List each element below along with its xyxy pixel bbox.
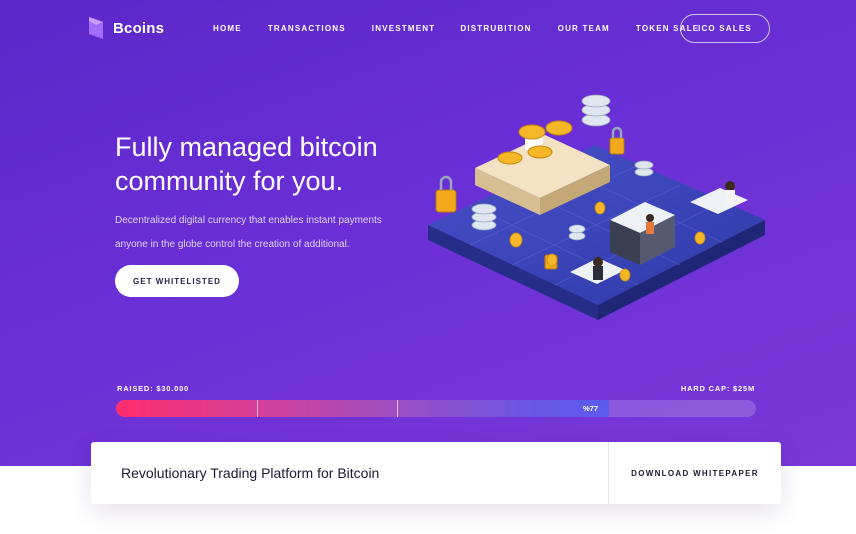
logo-icon xyxy=(89,17,103,39)
logo-text: Bcoins xyxy=(113,19,165,37)
hero-section: Bcoins HOME TRANSACTIONS INVESTMENT DIST… xyxy=(0,0,856,466)
nav-item-home[interactable]: HOME xyxy=(213,22,242,36)
nav-item-transactions[interactable]: TRANSACTIONS xyxy=(268,22,346,36)
progress-percent: %77 xyxy=(583,404,599,413)
hard-cap-amount: HARD CAP: $25M xyxy=(680,384,755,393)
ico-sales-button[interactable]: ICO SALES xyxy=(680,14,770,43)
hero-headline: Fully managed bitcoin community for you. xyxy=(115,132,378,196)
progress-fill xyxy=(116,400,609,417)
isometric-crypto-illustration xyxy=(428,94,765,320)
nav-item-distribution[interactable]: DISTRUBITION xyxy=(460,22,531,36)
nav-item-our-team[interactable]: OUR TEAM xyxy=(558,22,610,36)
raised-amount: RAISED: $30.000 xyxy=(117,384,190,393)
card-title: Revolutionary Trading Platform for Bitco… xyxy=(121,465,380,481)
download-whitepaper-link[interactable]: DOWNLOAD WHITEPAPER xyxy=(609,442,781,504)
feature-card: Revolutionary Trading Platform for Bitco… xyxy=(91,442,781,504)
main-nav: HOME TRANSACTIONS INVESTMENT DISTRUBITIO… xyxy=(213,22,725,36)
get-whitelisted-button[interactable]: GET WHITELISTED xyxy=(115,265,239,297)
progress-divider xyxy=(397,400,398,417)
nav-item-investment[interactable]: INVESTMENT xyxy=(372,22,436,36)
hero-subtext: Decentralized digital currency that enab… xyxy=(115,215,382,250)
progress-divider xyxy=(257,400,258,417)
token-sale-progress: %77 xyxy=(116,400,756,417)
logo[interactable]: Bcoins xyxy=(89,17,164,39)
